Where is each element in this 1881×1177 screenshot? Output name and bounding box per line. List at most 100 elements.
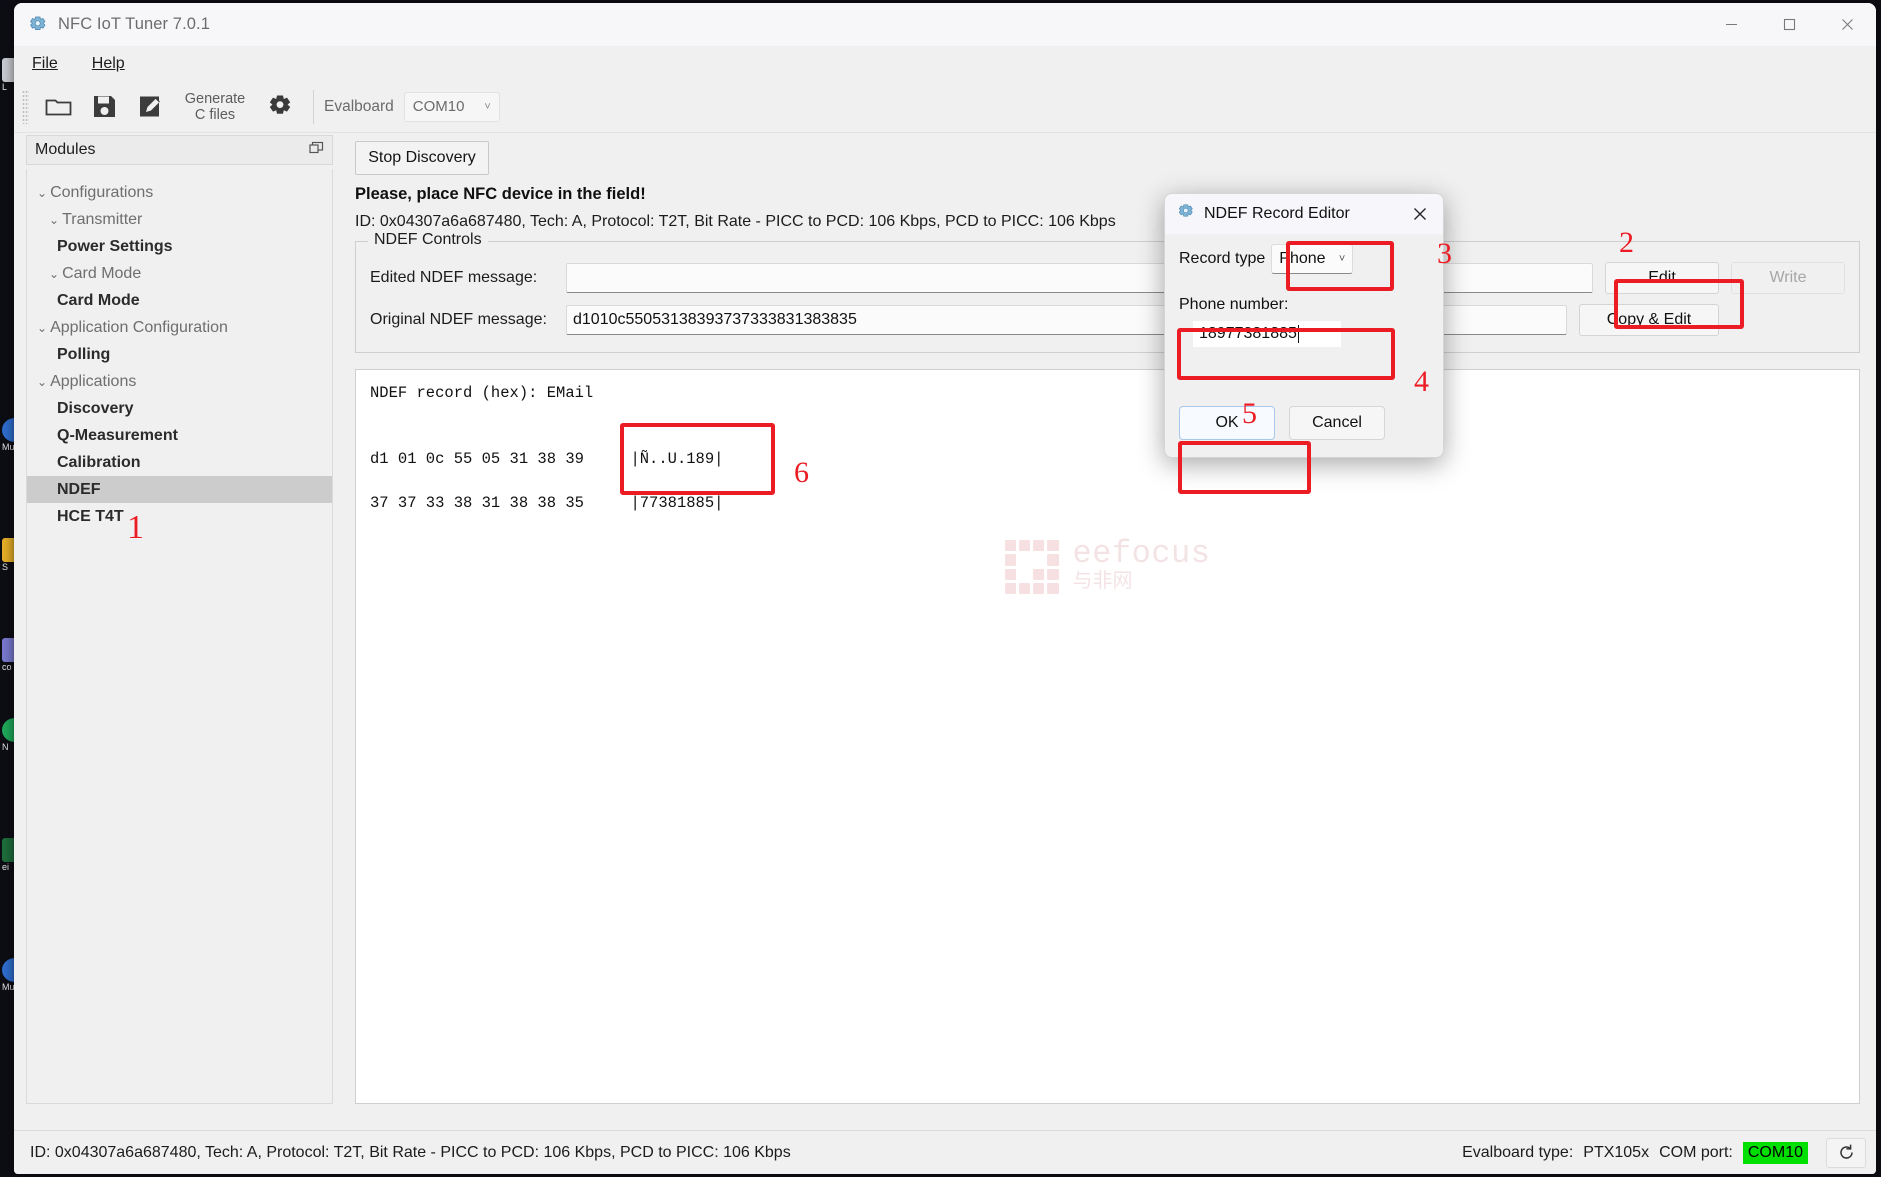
chevron-down-icon: ⌄ [49,212,60,227]
tree-label: Configurations [50,183,154,201]
body-split: Modules ⌄ Configurations ⌄ Transmitter Pow… [14,133,1876,1130]
record-type-row: Record type Phone ˅ [1179,244,1429,274]
tree-label: NDEF [57,480,101,498]
status-right-group: Evalboard type: PTX105x COM port: COM10 [1462,1137,1866,1168]
app-icon [28,15,48,35]
hex-line-2: 37 37 33 38 31 38 38 35 |77381885| [370,494,724,512]
sidebar-item-power-settings[interactable]: Power Settings [27,233,332,260]
chevron-down-icon: ⌄ [37,374,48,389]
generate-c-files-button[interactable]: Generate C files [173,91,257,123]
edited-ndef-label: Edited NDEF message: [370,269,538,286]
sidebar-item-card-mode[interactable]: Card Mode [27,287,332,314]
eefocus-watermark: eefocus 与非网 [1004,535,1211,596]
tree-label: Transmitter [62,210,143,228]
status-com-port-label: COM port: [1659,1143,1733,1161]
tree-label: Q-Measurement [57,426,178,444]
menu-help-label: Help [91,55,125,72]
modules-tree[interactable]: ⌄ Configurations ⌄ Transmitter Power Setti… [26,169,333,1104]
gear-icon[interactable] [257,86,303,128]
dialog-title: NDEF Record Editor [1204,205,1350,222]
tree-label: Discovery [57,399,134,417]
sidebar-item-q-measurement[interactable]: Q-Measurement [27,422,332,449]
text-cursor [1297,325,1299,343]
evalboard-label: Evalboard [324,97,394,115]
sidebar-item-polling[interactable]: Polling [27,341,332,368]
toolbar-separator [313,89,314,124]
window-controls [1702,3,1876,46]
cancel-button-label: Cancel [1312,414,1362,431]
tree-label: Card Mode [57,291,140,309]
ndef-controls-group: NDEF Controls Edited NDEF message: Edit … [355,231,1860,353]
com-port-select[interactable]: COM10 ˅ [403,91,500,122]
maximize-button[interactable] [1760,3,1818,46]
chevron-down-icon: ⌄ [49,266,60,281]
modules-panel-header: Modules [26,135,333,165]
tree-label: HCE T4T [57,507,124,525]
edit-button-label: Edit [1648,269,1676,286]
menu-file[interactable]: File [28,52,62,76]
copy-and-edit-button[interactable]: Copy & Edit [1579,304,1719,336]
dialog-titlebar: NDEF Record Editor [1165,194,1443,234]
original-ndef-label: Original NDEF message: [370,311,547,328]
ndef-record-editor-dialog: NDEF Record Editor Record type Phone ˅ P… [1164,193,1444,458]
tree-group-configurations[interactable]: ⌄ Configurations [27,179,332,206]
tree-group-application-configuration[interactable]: ⌄ Application Configuration [27,314,332,341]
save-disk-icon[interactable] [81,86,127,128]
tree-group-transmitter[interactable]: ⌄ Transmitter [27,206,332,233]
sidebar-item-discovery[interactable]: Discovery [27,395,332,422]
sidebar-item-calibration[interactable]: Calibration [27,449,332,476]
write-button-label: Write [1769,269,1807,286]
tree-label: Polling [57,345,111,363]
status-tag-info: ID: 0x04307a6a687480, Tech: A, Protocol:… [30,1143,791,1161]
ok-button-label: OK [1215,414,1239,431]
stop-discovery-label: Stop Discovery [368,149,476,166]
generate-line1: Generate [184,90,246,107]
write-button[interactable]: Write [1731,262,1845,294]
minimize-button[interactable] [1702,3,1760,46]
hex-line-1: d1 01 0c 55 05 31 38 39 |Ñ..U.189| [370,450,724,468]
folder-open-icon[interactable] [35,86,81,128]
undock-panel-icon[interactable] [309,141,324,159]
record-type-label: Record type [1179,250,1266,267]
evalboard-type-label: Evalboard type: [1462,1143,1574,1161]
original-ndef-row: Original NDEF message: d1010c55053138393… [370,304,1845,336]
tree-group-card-mode[interactable]: ⌄ Card Mode [27,260,332,287]
menu-bar: File Help [14,47,1876,81]
ok-button[interactable]: OK [1179,406,1275,440]
status-bar: ID: 0x04307a6a687480, Tech: A, Protocol:… [14,1130,1876,1174]
dialog-button-row: OK Cancel [1165,399,1443,457]
toolbar-grip[interactable] [22,89,29,124]
application-window: NFC IoT Tuner 7.0.1 File Help Generate C… [14,3,1876,1174]
sidebar-item-ndef[interactable]: NDEF [27,476,332,503]
hex-header: NDEF record (hex): EMail [370,384,594,402]
edit-button[interactable]: Edit [1605,262,1719,294]
sidebar-item-hce-t4t[interactable]: HCE T4T [27,503,332,530]
modules-sidebar: Modules ⌄ Configurations ⌄ Transmitter Pow… [14,133,341,1130]
dialog-body: Record type Phone ˅ Phone number: 189773… [1165,234,1443,399]
watermark-logo-icon [1004,540,1059,594]
menu-file-label: File [32,55,58,72]
ndef-record-hex-view[interactable]: NDEF record (hex): EMail d1 01 0c 55 05 … [355,369,1860,1104]
phone-number-value: 18977381885 [1199,325,1297,342]
dialog-close-icon[interactable] [1403,198,1437,230]
record-type-select[interactable]: Phone ˅ [1271,244,1354,274]
tree-group-applications[interactable]: ⌄ Applications [27,368,332,395]
window-titlebar: NFC IoT Tuner 7.0.1 [14,3,1876,47]
cancel-button[interactable]: Cancel [1289,406,1385,440]
close-button[interactable] [1818,3,1876,46]
stop-discovery-button[interactable]: Stop Discovery [355,141,489,175]
refresh-icon[interactable] [1826,1137,1866,1168]
phone-number-input[interactable]: 18977381885 [1193,321,1341,347]
com-port-value: COM10 [412,98,465,115]
modules-title: Modules [35,141,96,158]
chevron-down-icon: ⌄ [37,185,48,200]
tree-label: Applications [50,372,137,390]
ndef-main-panel: Stop Discovery Please, place NFC device … [341,133,1876,1130]
watermark-en: eefocus [1072,535,1211,572]
edit-document-icon[interactable] [127,86,173,128]
generate-line2: C files [194,106,236,123]
main-toolbar: Generate C files Evalboard COM10 ˅ [14,81,1876,133]
record-type-value: Phone [1279,250,1326,267]
watermark-cn: 与非网 [1072,571,1133,594]
menu-help[interactable]: Help [88,52,129,76]
